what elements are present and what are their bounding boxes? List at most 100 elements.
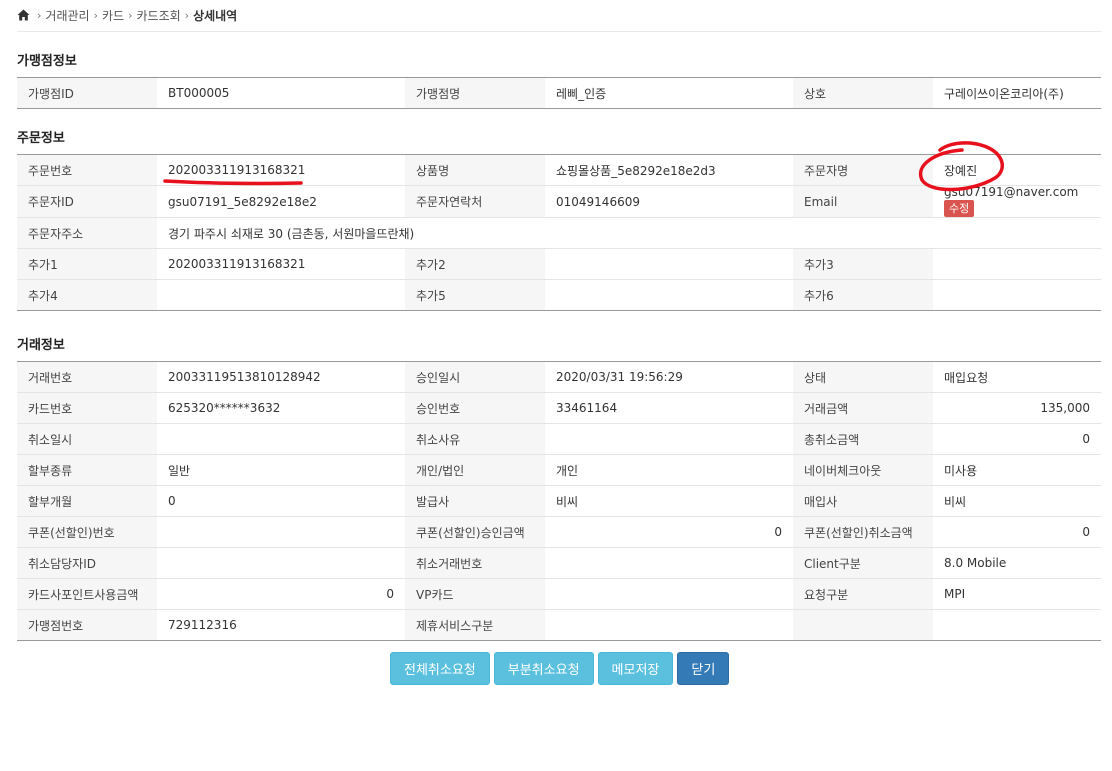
home-icon[interactable] <box>17 9 30 21</box>
table-row: 취소일시 취소사유 총취소금액 0 <box>17 423 1101 455</box>
field-value <box>157 423 405 455</box>
field-label: 쿠폰(선할인)번호 <box>17 516 157 548</box>
breadcrumb-item-card[interactable]: 카드 <box>102 7 124 24</box>
field-label: 취소거래번호 <box>405 547 545 579</box>
field-label: 취소담당자ID <box>17 547 157 579</box>
close-button[interactable]: 닫기 <box>677 652 730 685</box>
field-value <box>933 610 1101 641</box>
field-label: 상호 <box>793 77 933 109</box>
table-row: 거래번호 20033119513810128942 승인일시 2020/03/31 1… <box>17 361 1101 393</box>
field-value <box>157 280 405 311</box>
field-label: 추가6 <box>793 279 933 311</box>
breadcrumb-item-card-search[interactable]: 카드조회 <box>136 7 180 24</box>
field-label: 추가4 <box>17 279 157 311</box>
chevron-right-icon: › <box>184 8 190 22</box>
field-label: 쿠폰(선할인)취소금액 <box>793 516 933 548</box>
field-label: 개인/법인 <box>405 454 545 486</box>
field-value: 20033119513810128942 <box>157 361 405 393</box>
field-label: 주문자연락처 <box>405 185 545 218</box>
field-label: 할부개월 <box>17 485 157 517</box>
table-row: 가맹점번호 729112316 제휴서비스구분 <box>17 609 1101 641</box>
field-value <box>545 547 793 579</box>
field-label: 할부종류 <box>17 454 157 486</box>
table-row: 카드번호 625320******3632 승인번호 33461164 거래금액 135,… <box>17 392 1101 424</box>
field-label: 상품명 <box>405 154 545 186</box>
field-label: Email <box>793 185 933 218</box>
field-label: 쿠폰(선할인)승인금액 <box>405 516 545 548</box>
field-label: Client구분 <box>793 547 933 579</box>
save-memo-button[interactable]: 메모저장 <box>597 652 674 685</box>
merchant-info-table: 가맹점ID BT000005 가맹점명 레삐_인증 상호 구레이쓰이온코리아(주) <box>17 77 1101 109</box>
transaction-info-title: 거래정보 <box>17 338 65 353</box>
table-row: 할부개월 0 발급사 비씨 매입사 비씨 <box>17 485 1101 517</box>
field-label: 취소일시 <box>17 423 157 455</box>
action-buttons: 전체취소요청 부분취소요청 메모저장 닫기 <box>390 652 730 685</box>
field-value: 2020/03/31 19:56:29 <box>545 361 793 393</box>
order-info-title: 주문정보 <box>17 131 65 146</box>
field-label: 매입사 <box>793 485 933 517</box>
field-value: 0 <box>933 516 1101 548</box>
field-label: 총취소금액 <box>793 423 933 455</box>
field-label: 카드사포인트사용금액 <box>17 578 157 610</box>
partial-cancel-request-button[interactable]: 부분취소요청 <box>493 652 594 685</box>
field-value <box>157 547 405 579</box>
chevron-right-icon: › <box>93 8 98 22</box>
field-value <box>933 280 1101 311</box>
field-value: 비씨 <box>933 485 1101 517</box>
table-row: 카드사포인트사용금액 0 VP카드 요청구분 MPI <box>17 578 1101 610</box>
field-value <box>545 280 793 311</box>
field-value: 0 <box>933 423 1101 455</box>
field-label: 추가3 <box>793 248 933 280</box>
field-value: 202003311913168321 <box>157 248 405 280</box>
field-value: 0 <box>157 485 405 517</box>
field-label: 주문자ID <box>17 185 157 218</box>
field-value: 0 <box>545 516 793 548</box>
field-value <box>545 578 793 610</box>
field-value: 33461164 <box>545 392 793 424</box>
field-label: 추가5 <box>405 279 545 311</box>
field-value: 개인 <box>545 454 793 486</box>
edit-email-button[interactable]: 수정 <box>944 200 975 217</box>
table-row: 쿠폰(선할인)번호 쿠폰(선할인)승인금액 0 쿠폰(선할인)취소금액 0 <box>17 516 1101 548</box>
field-value: 매입요청 <box>933 361 1101 393</box>
field-value <box>545 610 793 641</box>
field-label: 제휴서비스구분 <box>405 609 545 641</box>
field-value: gsu07191@naver.com 수정 <box>933 185 1101 218</box>
field-label: 추가1 <box>17 248 157 280</box>
field-label: 거래번호 <box>17 361 157 393</box>
field-value: 쇼핑몰상품_5e8292e18e2d3 <box>545 154 793 186</box>
field-value: 625320******3632 <box>157 392 405 424</box>
field-value: 비씨 <box>545 485 793 517</box>
field-label: 승인번호 <box>405 392 545 424</box>
field-label: VP카드 <box>405 578 545 610</box>
field-label: 가맹점번호 <box>17 609 157 641</box>
field-label: 가맹점명 <box>405 77 545 109</box>
field-value: MPI <box>933 578 1101 610</box>
field-value <box>933 248 1101 280</box>
field-value: 729112316 <box>168 618 237 632</box>
field-label: 주문자명 <box>793 154 933 186</box>
field-label: 가맹점ID <box>17 77 157 109</box>
field-label: 상태 <box>793 361 933 393</box>
chevron-right-icon: › <box>37 8 42 22</box>
field-label: 발급사 <box>405 485 545 517</box>
transaction-info-table: 거래번호 20033119513810128942 승인일시 2020/03/31 1… <box>17 361 1101 641</box>
divider <box>17 31 1101 32</box>
field-value: 미사용 <box>933 454 1101 486</box>
field-label: 승인일시 <box>405 361 545 393</box>
field-value: 01049146609 <box>545 185 793 218</box>
field-value: 202003311913168321 <box>157 154 405 186</box>
table-row: 취소담당자ID 취소거래번호 Client구분 8.0 Mobile <box>17 547 1101 579</box>
field-value <box>157 516 405 548</box>
email-value: gsu07191@naver.com <box>944 185 1079 199</box>
table-row: 추가4 추가5 추가6 <box>17 279 1101 311</box>
field-label: 추가2 <box>405 248 545 280</box>
full-cancel-request-button[interactable]: 전체취소요청 <box>390 652 490 685</box>
breadcrumb-item-trade[interactable]: 거래관리 <box>45 7 89 24</box>
field-value <box>545 248 793 280</box>
field-label: 주문번호 <box>17 154 157 186</box>
table-row: 주문자ID gsu07191_5e8292e18e2 주문자연락처 010491466… <box>17 185 1101 218</box>
merchant-info-title: 가맹점정보 <box>17 54 77 69</box>
field-value: 레삐_인증 <box>556 86 607 101</box>
field-value: 구레이쓰이온코리아(주) <box>944 86 1064 101</box>
